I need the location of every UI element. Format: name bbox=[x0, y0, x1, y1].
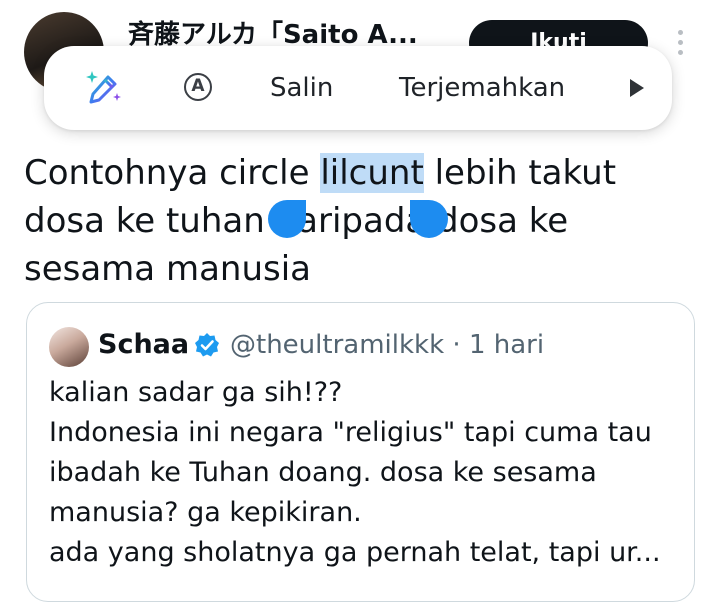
quote-line: manusia? ga kepikiran. bbox=[49, 497, 362, 528]
copy-button[interactable]: Salin bbox=[270, 72, 333, 104]
quote-line: ibadah ke Tuhan doang. dosa ke sesama bbox=[49, 457, 597, 488]
play-arrow-icon[interactable] bbox=[630, 79, 644, 97]
selected-text[interactable]: lilcunt bbox=[320, 153, 424, 193]
verified-badge-icon bbox=[194, 332, 220, 358]
selection-handle-start[interactable] bbox=[268, 200, 306, 238]
ai-sparkle-pen-icon[interactable] bbox=[84, 68, 124, 108]
quote-handle: @theultramilkkk bbox=[230, 330, 445, 360]
selection-handle-end[interactable] bbox=[410, 200, 448, 238]
tweet-text[interactable]: Contohnya circle lilcunt lebih takut dos… bbox=[24, 149, 694, 293]
quote-time: 1 hari bbox=[468, 330, 545, 360]
text-selection-toolbar: A Salin Terjemahkan bbox=[44, 46, 672, 130]
quote-avatar[interactable] bbox=[49, 327, 89, 367]
tweet-text-before: Contohnya circle bbox=[24, 153, 321, 193]
more-vertical-icon[interactable] bbox=[672, 30, 688, 60]
quote-line: Indonesia ini negara "religius" tapi cum… bbox=[49, 417, 652, 448]
quote-separator: · bbox=[444, 330, 469, 360]
quote-body: kalian sadar ga sih!?? Indonesia ini neg… bbox=[49, 373, 679, 573]
translate-button[interactable]: Terjemahkan bbox=[399, 72, 565, 104]
circle-a-icon[interactable]: A bbox=[184, 73, 212, 101]
quote-author-name: Schaa bbox=[98, 329, 190, 360]
quoted-tweet[interactable]: Schaa @theultramilkkk · 1 hari kalian sa… bbox=[26, 302, 695, 602]
quote-line: kalian sadar ga sih!?? bbox=[49, 377, 343, 408]
quote-line: ada yang sholatnya ga pernah telat, tapi… bbox=[49, 537, 661, 568]
quote-meta: @theultramilkkk · 1 hari bbox=[230, 327, 544, 363]
